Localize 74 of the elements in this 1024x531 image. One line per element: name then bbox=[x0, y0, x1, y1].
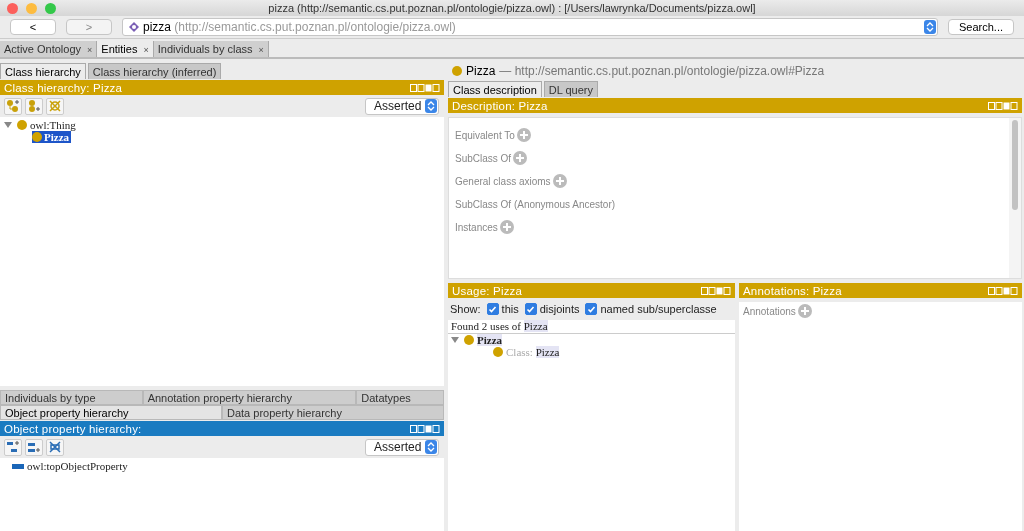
view-tab[interactable]: Object property hierarchy bbox=[0, 405, 222, 420]
section-label: General class axioms bbox=[455, 175, 551, 187]
delete-property-button[interactable] bbox=[46, 438, 64, 456]
checkbox-label: this bbox=[501, 303, 519, 315]
workspace-tab[interactable]: Active Ontology × bbox=[0, 41, 98, 57]
add-icon[interactable] bbox=[797, 304, 812, 318]
dropdown-stepper-icon bbox=[425, 99, 437, 113]
class-icon bbox=[17, 120, 27, 130]
panel-header: Class hierarchy: Pizza bbox=[0, 80, 444, 95]
panel-header: Annotations: Pizza bbox=[739, 283, 1022, 298]
view-tab[interactable]: Class hierarchy bbox=[0, 63, 86, 79]
section-label: Instances bbox=[455, 221, 498, 233]
expand-toggle-icon[interactable] bbox=[4, 121, 12, 129]
view-controls-icon[interactable] bbox=[701, 286, 731, 295]
workspace-tab[interactable]: Individuals by class × bbox=[153, 41, 269, 57]
add-icon[interactable] bbox=[499, 220, 514, 234]
view-controls-icon[interactable] bbox=[410, 424, 440, 433]
view-controls-icon[interactable] bbox=[410, 83, 440, 92]
scrollbar[interactable] bbox=[1009, 118, 1021, 278]
entity-iri: — http://semantic.cs.put.poznan.pl/ontologie/pizza.owl#Pizza bbox=[499, 64, 825, 78]
close-window-button[interactable] bbox=[7, 3, 18, 14]
panel-header: Object property hierarchy: bbox=[0, 421, 444, 436]
class-icon bbox=[464, 335, 474, 345]
usage-axiom[interactable]: Class: Pizza bbox=[506, 346, 560, 358]
usage-entity[interactable]: Pizza bbox=[477, 334, 503, 346]
class-node[interactable]: Pizza bbox=[32, 131, 72, 143]
checkbox[interactable] bbox=[486, 303, 499, 315]
section-label: SubClass Of (Anonymous Ancestor) bbox=[455, 198, 616, 210]
expand-toggle-icon[interactable] bbox=[451, 336, 459, 344]
class-icon bbox=[452, 66, 462, 76]
checkbox[interactable] bbox=[585, 303, 598, 315]
usage-summary: Found 2 uses of Pizza bbox=[448, 320, 735, 334]
section-label: Annotations bbox=[743, 305, 796, 317]
show-label: Show: bbox=[450, 303, 481, 315]
add-subproperty-button[interactable] bbox=[4, 438, 22, 456]
panel-header: Usage: Pizza bbox=[448, 283, 735, 298]
view-tab[interactable]: Individuals by type bbox=[0, 390, 143, 405]
add-subclass-button[interactable] bbox=[4, 97, 22, 115]
minimize-window-button[interactable] bbox=[26, 3, 37, 14]
view-tab[interactable]: Datatypes bbox=[356, 390, 444, 405]
class-node[interactable]: owl:Thing bbox=[30, 119, 76, 131]
entity-name: Pizza bbox=[466, 64, 496, 78]
view-tab[interactable]: Data property hierarchy bbox=[222, 405, 444, 420]
view-tab[interactable]: Annotation property hierarchy bbox=[142, 390, 357, 405]
add-icon[interactable] bbox=[516, 128, 531, 142]
zoom-window-button[interactable] bbox=[45, 3, 56, 14]
dropdown-stepper-icon bbox=[924, 20, 936, 34]
add-sibling-button[interactable] bbox=[25, 97, 43, 115]
delete-class-button[interactable] bbox=[46, 97, 64, 115]
hierarchy-mode-select[interactable]: Asserted bbox=[365, 97, 439, 115]
section-label: SubClass Of bbox=[455, 152, 512, 164]
add-icon[interactable] bbox=[513, 151, 528, 165]
view-controls-icon[interactable] bbox=[988, 101, 1018, 110]
hierarchy-mode-select[interactable]: Asserted bbox=[365, 438, 439, 456]
back-button[interactable]: < bbox=[10, 19, 56, 35]
search-button[interactable]: Search... bbox=[948, 19, 1014, 35]
add-sibling-property-button[interactable] bbox=[25, 438, 43, 456]
property-node[interactable]: owl:topObjectProperty bbox=[27, 460, 128, 472]
add-icon[interactable] bbox=[552, 174, 567, 188]
ontology-icon bbox=[129, 22, 139, 32]
view-tab[interactable]: DL query bbox=[543, 81, 598, 97]
property-icon bbox=[12, 463, 24, 469]
window-title: pizza (http://semantic.cs.put.poznan.pl/ontologie/pizza.owl) : [/Users/lawrynka/Documents/pizza.owl] bbox=[268, 2, 756, 14]
view-tab[interactable]: Class hierarchy (inferred) bbox=[87, 63, 222, 79]
panel-header: Description: Pizza bbox=[448, 98, 1022, 113]
checkbox-label: disjoints bbox=[539, 303, 580, 315]
checkbox[interactable] bbox=[524, 303, 537, 315]
checkbox-label: named sub/superclasse bbox=[600, 303, 717, 315]
class-icon bbox=[493, 347, 503, 357]
dropdown-stepper-icon bbox=[425, 440, 437, 454]
ontology-selector[interactable]: pizza (http://semantic.cs.put.poznan.pl/ontologie/pizza.owl) bbox=[122, 18, 938, 36]
section-label: Equivalent To bbox=[455, 129, 515, 141]
view-controls-icon[interactable] bbox=[988, 286, 1018, 295]
view-tab[interactable]: Class description bbox=[448, 81, 542, 97]
